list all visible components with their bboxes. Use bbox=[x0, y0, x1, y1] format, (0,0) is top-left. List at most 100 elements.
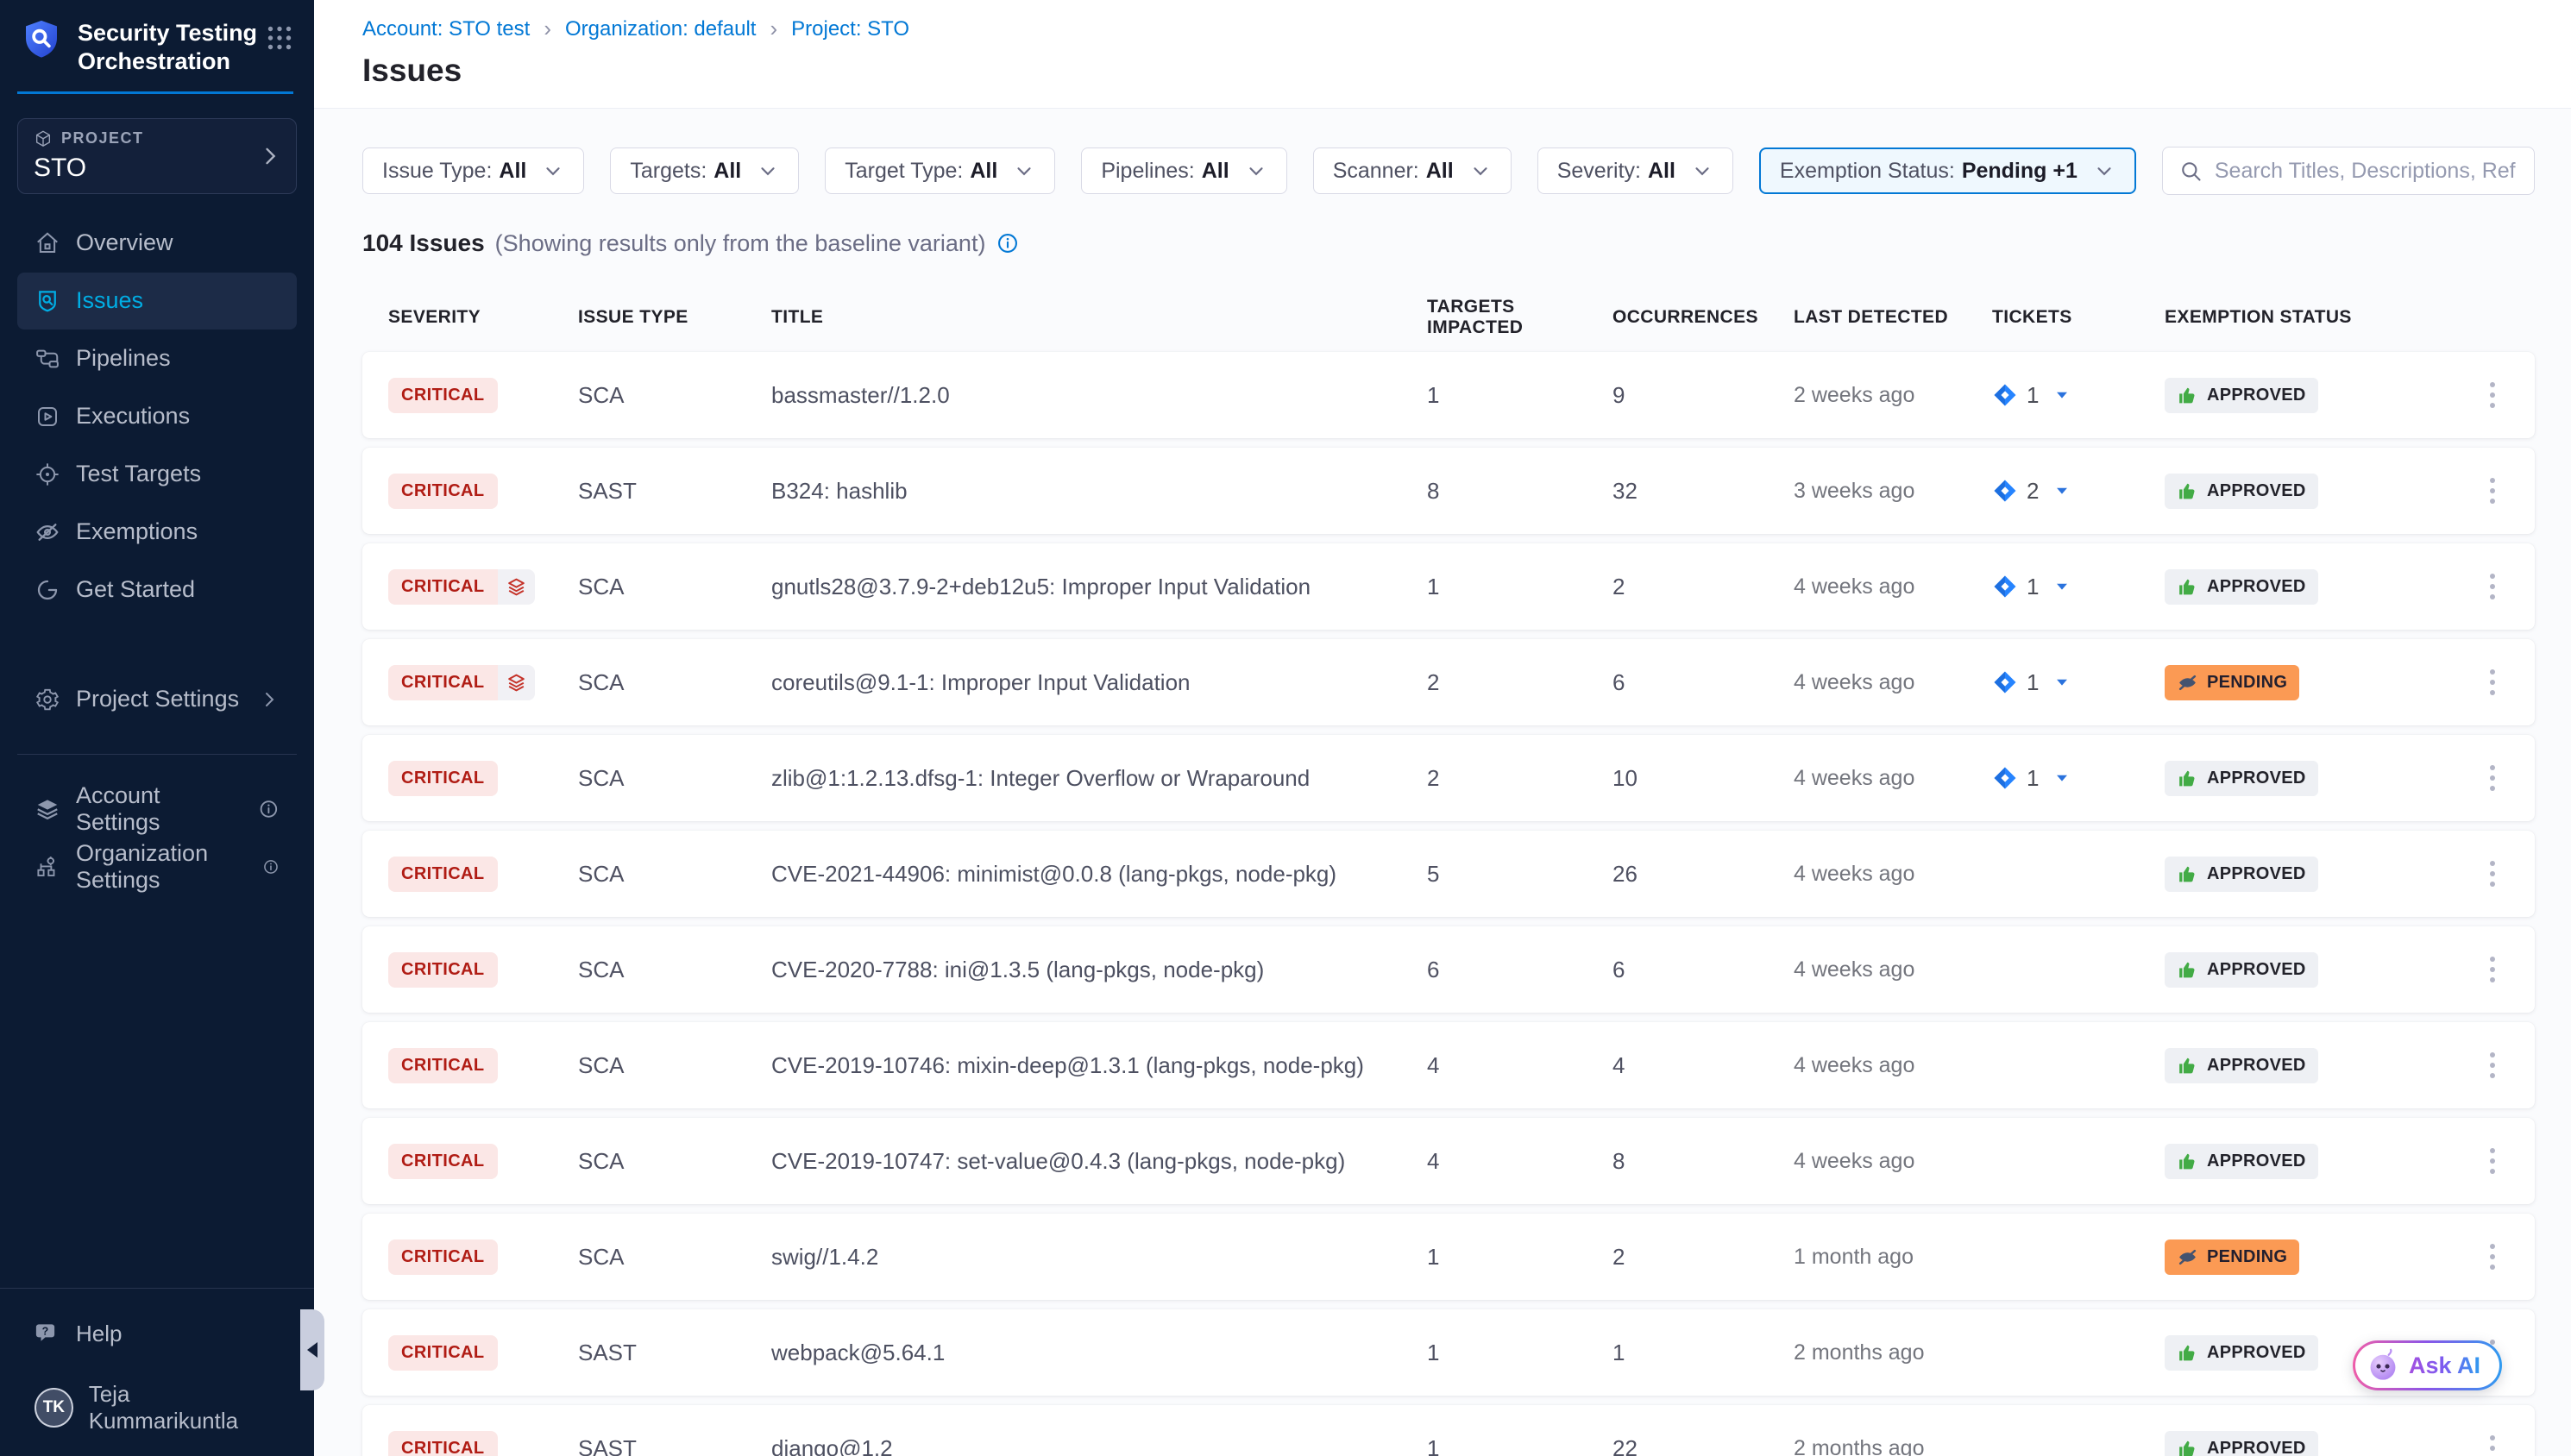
breadcrumb-link[interactable]: Account: STO test bbox=[362, 17, 530, 41]
sidebar-header: Security Testing Orchestration bbox=[0, 0, 314, 90]
filter-target-type[interactable]: Target Type:All bbox=[825, 147, 1055, 194]
filter-targets[interactable]: Targets:All bbox=[610, 147, 799, 194]
exemption-status-badge: PENDING bbox=[2165, 1239, 2299, 1275]
table-row[interactable]: CRITICAL SAST django@1.2 1 22 2 months a… bbox=[362, 1405, 2535, 1456]
sidebar-item-pipelines[interactable]: Pipelines bbox=[17, 330, 297, 387]
issue-title[interactable]: webpack@5.64.1 bbox=[771, 1340, 1427, 1366]
issue-title[interactable]: bassmaster//1.2.0 bbox=[771, 382, 1427, 409]
issue-title[interactable]: CVE-2019-10747: set-value@0.4.3 (lang-pk… bbox=[771, 1148, 1427, 1175]
table-row[interactable]: CRITICAL SAST webpack@5.64.1 1 1 2 month… bbox=[362, 1309, 2535, 1396]
issue-type: SAST bbox=[578, 1340, 771, 1366]
sidebar-item-label: Test Targets bbox=[76, 461, 201, 487]
sidebar-footer: ? Help TK Teja Kummarikuntla bbox=[0, 1288, 314, 1456]
row-menu-kebab[interactable] bbox=[2481, 469, 2504, 512]
row-menu-kebab[interactable] bbox=[2481, 661, 2504, 704]
targets-impacted: 4 bbox=[1427, 1148, 1612, 1175]
issue-title[interactable]: zlib@1:1.2.13.dfsg-1: Integer Overflow o… bbox=[771, 765, 1427, 792]
issue-title[interactable]: CVE-2019-10746: mixin-deep@1.3.1 (lang-p… bbox=[771, 1052, 1427, 1079]
row-menu-kebab[interactable] bbox=[2481, 1235, 2504, 1278]
issue-title[interactable]: swig//1.4.2 bbox=[771, 1244, 1427, 1271]
sidebar-item-get-started[interactable]: Get Started bbox=[17, 562, 297, 618]
severity-badge: CRITICAL bbox=[388, 1239, 498, 1275]
sidebar-collapse-handle[interactable] bbox=[300, 1309, 324, 1390]
issue-title[interactable]: gnutls28@3.7.9-2+deb12u5: Improper Input… bbox=[771, 574, 1427, 600]
row-menu-kebab[interactable] bbox=[2481, 1427, 2504, 1456]
ticket-count: 1 bbox=[2027, 382, 2039, 409]
breadcrumb-link[interactable]: Project: STO bbox=[791, 17, 909, 41]
table-row[interactable]: CRITICAL SCA coreutils@9.1-1: Improper I… bbox=[362, 639, 2535, 725]
issue-type: SAST bbox=[578, 478, 771, 505]
issue-type: SCA bbox=[578, 1052, 771, 1079]
sidebar-item-executions[interactable]: Executions bbox=[17, 388, 297, 445]
search-input[interactable] bbox=[2215, 159, 2518, 184]
thumbs-up-icon bbox=[2177, 1342, 2198, 1364]
row-menu-kebab[interactable] bbox=[2481, 756, 2504, 800]
issue-type: SCA bbox=[578, 765, 771, 792]
sidebar-item-test-targets[interactable]: Test Targets bbox=[17, 446, 297, 503]
issues-count: 104 Issues bbox=[362, 229, 485, 257]
table-row[interactable]: CRITICAL SCA swig//1.4.2 1 2 1 month ago… bbox=[362, 1214, 2535, 1300]
ticket-caret-icon[interactable] bbox=[2052, 577, 2071, 596]
ask-ai-button[interactable]: Ask AI bbox=[2353, 1340, 2502, 1390]
exemption-status-badge: APPROVED bbox=[2165, 1144, 2318, 1179]
ticket-count: 1 bbox=[2027, 765, 2039, 792]
sidebar-item-account-settings[interactable]: Account Settings bbox=[17, 781, 297, 838]
column-header: TICKETS bbox=[1992, 307, 2165, 328]
table-row[interactable]: CRITICAL SCA CVE-2019-10746: mixin-deep@… bbox=[362, 1022, 2535, 1108]
issue-title[interactable]: B324: hashlib bbox=[771, 478, 1427, 505]
issue-title[interactable]: django@1.2 bbox=[771, 1435, 1427, 1456]
severity-badge: CRITICAL bbox=[388, 1048, 498, 1083]
eye-off-icon bbox=[2177, 672, 2198, 693]
row-menu-kebab[interactable] bbox=[2481, 565, 2504, 608]
issue-title[interactable]: CVE-2020-7788: ini@1.3.5 (lang-pkgs, nod… bbox=[771, 957, 1427, 983]
last-detected: 2 weeks ago bbox=[1794, 383, 1992, 408]
info-icon bbox=[262, 856, 280, 878]
sidebar-item-exemptions[interactable]: Exemptions bbox=[17, 504, 297, 561]
table-row[interactable]: CRITICAL SCA bassmaster//1.2.0 1 9 2 wee… bbox=[362, 352, 2535, 438]
issue-type: SCA bbox=[578, 669, 771, 696]
layers-icon bbox=[498, 569, 535, 605]
sidebar-item-organization-settings[interactable]: Organization Settings bbox=[17, 838, 297, 895]
row-menu-kebab[interactable] bbox=[2481, 948, 2504, 991]
ticket-caret-icon[interactable] bbox=[2052, 769, 2071, 788]
ticket-caret-icon[interactable] bbox=[2052, 673, 2071, 692]
issues-count-line: 104 Issues (Showing results only from th… bbox=[362, 229, 2535, 257]
issues-count-note: (Showing results only from the baseline … bbox=[495, 230, 986, 257]
table-row[interactable]: CRITICAL SCA CVE-2019-10747: set-value@0… bbox=[362, 1118, 2535, 1204]
table-row[interactable]: CRITICAL SCA zlib@1:1.2.13.dfsg-1: Integ… bbox=[362, 735, 2535, 821]
filter-pipelines[interactable]: Pipelines:All bbox=[1081, 147, 1286, 194]
column-header: LAST DETECTED bbox=[1794, 307, 1992, 328]
table-row[interactable]: CRITICAL SCA CVE-2021-44906: minimist@0.… bbox=[362, 831, 2535, 917]
ticket-caret-icon[interactable] bbox=[2052, 386, 2071, 405]
thumbs-up-icon bbox=[2177, 863, 2198, 885]
project-selector[interactable]: PROJECT STO bbox=[17, 118, 297, 194]
project-name: STO bbox=[34, 154, 280, 183]
filter-exemption-status[interactable]: Exemption Status:Pending +1 bbox=[1759, 147, 2136, 194]
targets-impacted: 8 bbox=[1427, 478, 1612, 505]
table-row[interactable]: CRITICAL SAST B324: hashlib 8 32 3 weeks… bbox=[362, 448, 2535, 534]
issue-title[interactable]: coreutils@9.1-1: Improper Input Validati… bbox=[771, 669, 1427, 696]
issue-title[interactable]: CVE-2021-44906: minimist@0.0.8 (lang-pkg… bbox=[771, 861, 1427, 888]
breadcrumb-link[interactable]: Organization: default bbox=[565, 17, 756, 41]
sidebar-item-label: Pipelines bbox=[76, 345, 171, 372]
info-icon[interactable] bbox=[996, 231, 1020, 255]
cube-icon bbox=[34, 129, 53, 148]
table-row[interactable]: CRITICAL SCA CVE-2020-7788: ini@1.3.5 (l… bbox=[362, 926, 2535, 1013]
sidebar-item-project-settings[interactable]: Project Settings bbox=[17, 671, 297, 728]
row-menu-kebab[interactable] bbox=[2481, 1139, 2504, 1183]
row-menu-kebab[interactable] bbox=[2481, 852, 2504, 895]
filter-severity[interactable]: Severity:All bbox=[1537, 147, 1733, 194]
filter-issue-type[interactable]: Issue Type:All bbox=[362, 147, 584, 194]
table-row[interactable]: CRITICAL SCA gnutls28@3.7.9-2+deb12u5: I… bbox=[362, 543, 2535, 630]
filter-scanner[interactable]: Scanner:All bbox=[1313, 147, 1512, 194]
sidebar-item-label: Account Settings bbox=[76, 782, 242, 836]
help-button[interactable]: ? Help bbox=[17, 1308, 297, 1359]
ticket-caret-icon[interactable] bbox=[2052, 481, 2071, 500]
user-menu[interactable]: TK Teja Kummarikuntla bbox=[17, 1382, 297, 1434]
sidebar-item-overview[interactable]: Overview bbox=[17, 215, 297, 272]
module-grid-icon[interactable] bbox=[264, 22, 295, 53]
row-menu-kebab[interactable] bbox=[2481, 373, 2504, 417]
help-chat-icon: ? bbox=[35, 1321, 60, 1346]
row-menu-kebab[interactable] bbox=[2481, 1044, 2504, 1087]
sidebar-item-issues[interactable]: Issues bbox=[17, 273, 297, 329]
